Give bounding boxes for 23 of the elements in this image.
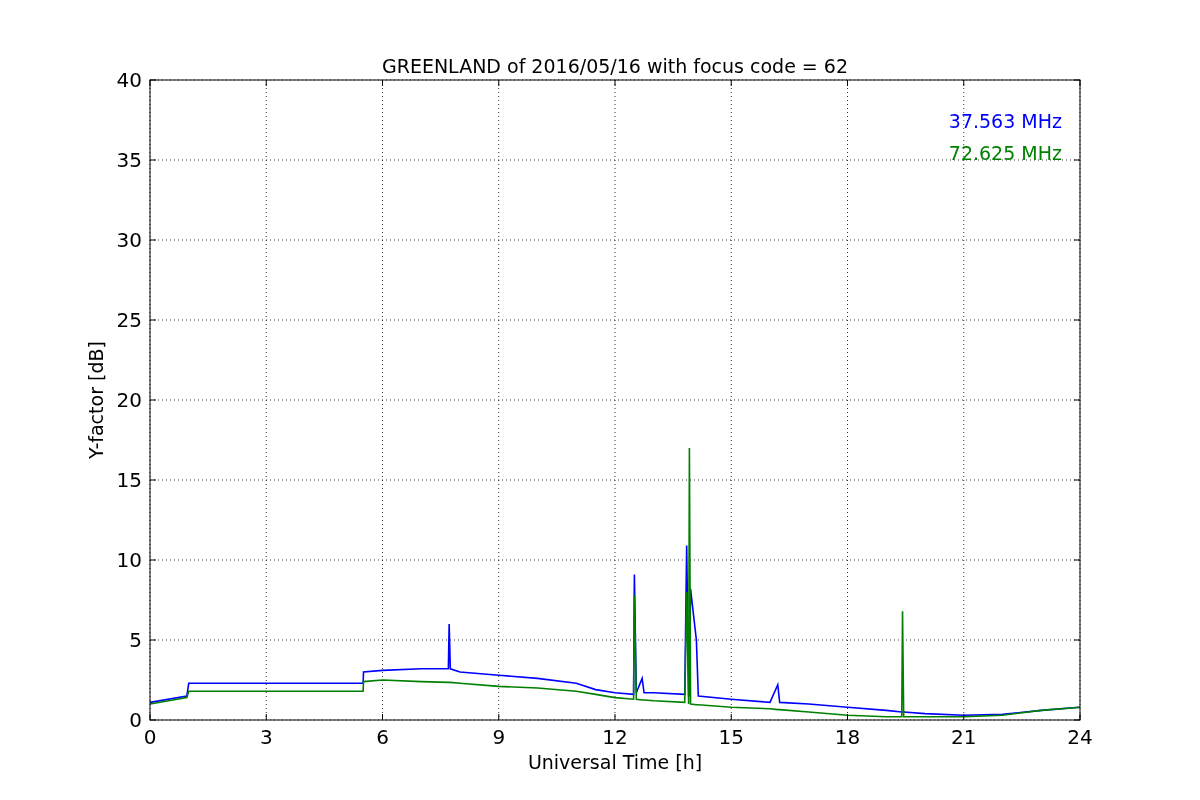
y-tick-label: 10 (116, 548, 142, 572)
y-tick-label: 30 (116, 228, 142, 252)
legend-label: 37.563 MHz (948, 110, 1062, 132)
x-tick-label: 21 (951, 725, 977, 749)
legend-label: 72.625 MHz (948, 142, 1062, 164)
y-tick-label: 0 (129, 708, 142, 732)
x-tick-label: 3 (259, 725, 273, 749)
x-tick-label: 0 (143, 725, 157, 749)
x-tick-label: 12 (602, 725, 628, 749)
y-tick-label: 15 (116, 468, 142, 492)
x-tick-label: 6 (376, 725, 389, 749)
x-tick-label: 18 (834, 725, 861, 749)
x-tick-label: 24 (1067, 725, 1093, 749)
y-axis-label: Y-factor [dB] (85, 341, 107, 459)
y-tick-label: 40 (116, 68, 142, 92)
x-tick-label: 15 (718, 725, 744, 749)
y-tick-label: 5 (129, 628, 142, 652)
y-tick-label: 35 (116, 148, 142, 172)
y-tick-label: 25 (116, 308, 142, 332)
x-axis-label: Universal Time [h] (527, 751, 703, 773)
y-tick-label: 20 (116, 388, 142, 412)
chart-title: GREENLAND of 2016/05/16 with focus code = 62 (382, 55, 848, 77)
x-tick-label: 9 (492, 725, 506, 749)
